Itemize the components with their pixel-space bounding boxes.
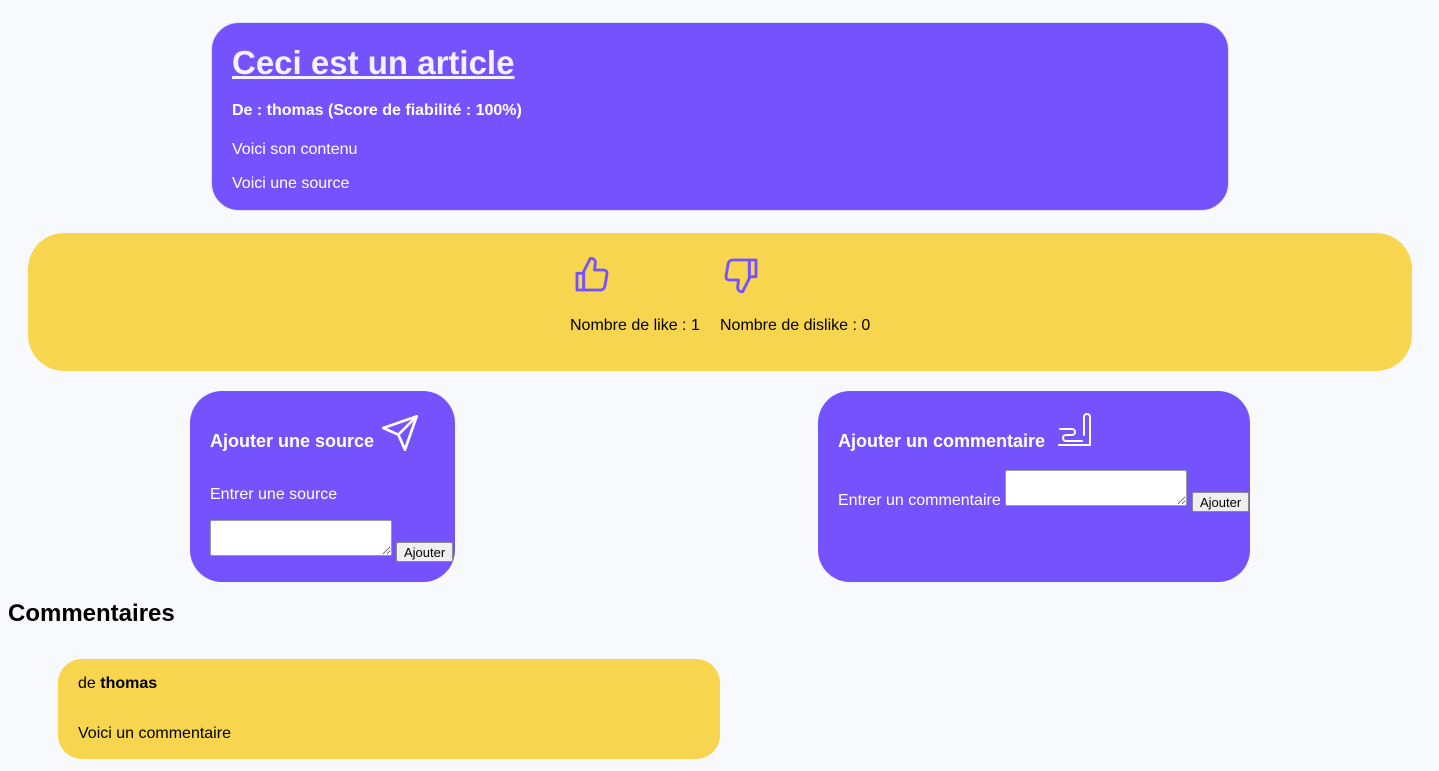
comment-input-label: Entrer un commentaire bbox=[838, 492, 1001, 509]
comment-text: Voici un commentaire bbox=[78, 725, 231, 742]
source-input-label: Entrer une source bbox=[210, 486, 338, 503]
votes-panel: Nombre de like : 1 Nombre de dislike : 0 bbox=[28, 233, 1412, 371]
article-source: Voici une source bbox=[232, 175, 350, 192]
article-content: Voici son contenu bbox=[232, 141, 358, 158]
add-comment-button[interactable]: Ajouter bbox=[1192, 492, 1250, 512]
add-source-panel: Ajouter une source Entrer une source Ajo… bbox=[190, 391, 455, 582]
article-author: De : thomas (Score de fiabilité : 100%) bbox=[232, 102, 522, 119]
add-comment-panel: Ajouter un commentaire Entrer un comment… bbox=[818, 391, 1250, 582]
comment-author-line: de thomas bbox=[78, 675, 700, 693]
add-comment-title: Ajouter un commentaire bbox=[838, 431, 1046, 451]
thumbs-up-icon[interactable] bbox=[572, 255, 612, 295]
source-input[interactable] bbox=[210, 520, 392, 556]
article-card: Ceci est un article De : thomas (Score d… bbox=[211, 22, 1229, 211]
comment-card: de thomas Voici un commentaire bbox=[58, 659, 720, 759]
pencil-icon bbox=[1056, 413, 1092, 449]
comments-heading: Commentaires bbox=[8, 600, 175, 627]
add-source-title: Ajouter une source bbox=[210, 431, 375, 451]
dislike-count: Nombre de dislike : 0 bbox=[720, 317, 871, 334]
thumbs-down-icon[interactable] bbox=[721, 255, 761, 295]
comment-author-name: thomas bbox=[100, 675, 158, 692]
comment-input[interactable] bbox=[1005, 470, 1187, 506]
like-count: Nombre de like : 1 bbox=[570, 317, 700, 334]
add-source-button[interactable]: Ajouter bbox=[396, 542, 454, 562]
article-title[interactable]: Ceci est un article bbox=[232, 43, 1208, 83]
send-icon bbox=[380, 413, 420, 453]
comment-author-prefix: de bbox=[78, 675, 96, 692]
